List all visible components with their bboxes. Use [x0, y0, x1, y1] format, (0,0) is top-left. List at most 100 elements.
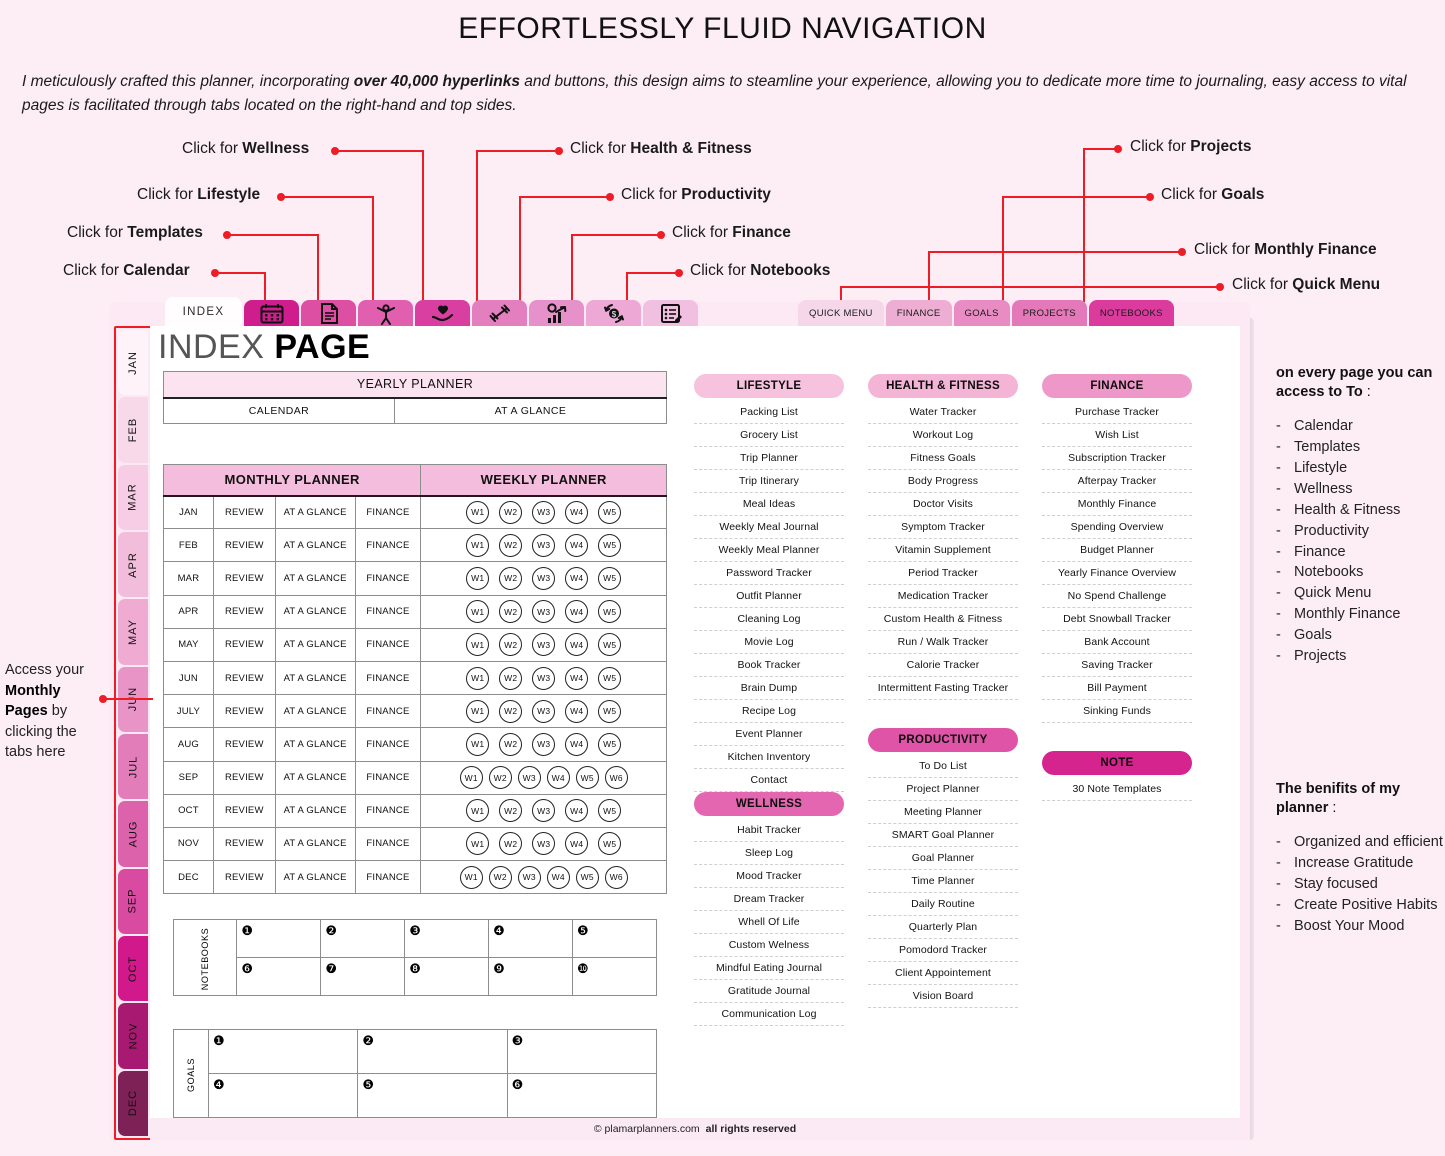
month-tab-nov[interactable]: NOV — [118, 1003, 148, 1069]
month-cell[interactable]: JAN — [163, 494, 214, 530]
week-button[interactable]: W5 — [598, 566, 622, 590]
week-button[interactable]: W2 — [499, 666, 523, 690]
at-a-glance-cell[interactable]: AT A GLANCE — [274, 627, 356, 662]
finance-cell[interactable]: FINANCE — [354, 528, 422, 563]
link-item[interactable]: No Spend Challenge — [1042, 585, 1192, 608]
week-button[interactable]: W1 — [466, 500, 490, 524]
link-item[interactable]: Spending Overview — [1042, 516, 1192, 539]
link-item[interactable]: Password Tracker — [694, 562, 844, 585]
link-item[interactable]: Budget Planner — [1042, 539, 1192, 562]
link-item[interactable]: Wish List — [1042, 424, 1192, 447]
grid-cell[interactable]: ❶ — [208, 1029, 359, 1074]
review-cell[interactable]: REVIEW — [212, 494, 276, 530]
week-button[interactable]: W4 — [565, 500, 589, 524]
month-tab-may[interactable]: MAY — [118, 599, 148, 665]
week-button[interactable]: W2 — [499, 500, 523, 524]
link-item[interactable]: Workout Log — [868, 424, 1018, 447]
review-cell[interactable]: REVIEW — [212, 727, 276, 762]
week-button[interactable]: W3 — [532, 666, 556, 690]
month-cell[interactable]: JULY — [163, 694, 214, 729]
link-item[interactable]: Period Tracker — [868, 562, 1018, 585]
month-cell[interactable]: SEP — [163, 760, 214, 795]
tab-lifestyle[interactable] — [358, 300, 413, 327]
link-item[interactable]: Meeting Planner — [868, 801, 1018, 824]
finance-cell[interactable]: FINANCE — [354, 694, 422, 729]
month-cell[interactable]: NOV — [163, 826, 214, 862]
grid-cell[interactable]: ❸ — [506, 1029, 658, 1074]
link-item[interactable]: Kitchen Inventory — [694, 746, 844, 769]
link-item[interactable]: Sleep Log — [694, 842, 844, 865]
link-item[interactable]: Outfit Planner — [694, 585, 844, 608]
link-item[interactable]: Mood Tracker — [694, 865, 844, 888]
at-a-glance-cell[interactable]: AT A GLANCE — [274, 660, 356, 696]
link-item[interactable]: Time Planner — [868, 870, 1018, 893]
tab-finance[interactable]: $ — [586, 300, 641, 327]
week-button[interactable]: W3 — [532, 533, 556, 557]
week-button[interactable]: W4 — [565, 533, 589, 557]
week-button[interactable]: W2 — [488, 766, 512, 790]
link-item[interactable]: Bank Account — [1042, 631, 1192, 654]
finance-cell[interactable]: FINANCE — [354, 826, 422, 862]
at-a-glance-cell[interactable]: AT A GLANCE — [274, 727, 356, 762]
week-button[interactable]: W2 — [499, 799, 523, 823]
week-button[interactable]: W5 — [575, 766, 599, 790]
week-button[interactable]: W3 — [517, 766, 541, 790]
week-button[interactable]: W4 — [565, 633, 589, 657]
week-button[interactable]: W6 — [604, 865, 628, 889]
week-button[interactable]: W4 — [565, 732, 589, 756]
link-item[interactable]: Pomodord Tracker — [868, 939, 1018, 962]
link-item[interactable]: Dream Tracker — [694, 888, 844, 911]
grid-cell[interactable]: ❻ — [506, 1073, 658, 1118]
review-cell[interactable]: REVIEW — [212, 826, 276, 862]
week-button[interactable]: W4 — [565, 600, 589, 624]
link-item[interactable]: Event Planner — [694, 723, 844, 746]
month-cell[interactable]: MAY — [163, 627, 214, 662]
week-button[interactable]: W5 — [598, 533, 622, 557]
link-item[interactable]: Trip Itinerary — [694, 470, 844, 493]
section-pill-note[interactable]: NOTE — [1042, 751, 1192, 775]
link-item[interactable]: Movie Log — [694, 631, 844, 654]
week-button[interactable]: W1 — [466, 799, 490, 823]
section-pill-health-fitness[interactable]: HEALTH & FITNESS — [868, 374, 1018, 398]
link-item[interactable]: Doctor Visits — [868, 493, 1018, 516]
week-button[interactable]: W5 — [598, 699, 622, 723]
week-button[interactable]: W4 — [565, 832, 589, 856]
link-item[interactable]: Brain Dump — [694, 677, 844, 700]
month-tab-dec[interactable]: DEC — [118, 1070, 148, 1136]
tab-notebooks-top[interactable]: NOTEBOOKS — [1088, 300, 1174, 326]
link-item[interactable]: Packing List — [694, 401, 844, 424]
grid-cell[interactable]: ❸ — [404, 919, 490, 958]
week-button[interactable]: W4 — [565, 799, 589, 823]
grid-cell[interactable]: ❻ — [236, 957, 322, 996]
month-cell[interactable]: AUG — [163, 727, 214, 762]
week-button[interactable]: W4 — [565, 666, 589, 690]
week-button[interactable]: W3 — [532, 799, 556, 823]
week-button[interactable]: W5 — [598, 666, 622, 690]
month-tab-jan[interactable]: JAN — [118, 330, 148, 396]
section-pill-wellness[interactable]: WELLNESS — [694, 792, 844, 816]
week-button[interactable]: W4 — [565, 566, 589, 590]
section-pill-productivity[interactable]: PRODUCTIVITY — [868, 728, 1018, 752]
week-button[interactable]: W2 — [499, 566, 523, 590]
finance-cell[interactable]: FINANCE — [354, 760, 422, 795]
week-button[interactable]: W3 — [532, 600, 556, 624]
link-item[interactable]: Goal Planner — [868, 847, 1018, 870]
week-button[interactable]: W2 — [499, 633, 523, 657]
at-a-glance-cell[interactable]: AT A GLANCE — [274, 694, 356, 729]
link-item[interactable]: Custom Health & Fitness — [868, 608, 1018, 631]
grid-cell[interactable]: ❺ — [572, 919, 657, 958]
link-item[interactable]: Contact — [694, 769, 844, 792]
week-button[interactable]: W5 — [598, 799, 622, 823]
week-button[interactable]: W1 — [466, 533, 490, 557]
week-button[interactable]: W3 — [517, 865, 541, 889]
week-button[interactable]: W3 — [532, 732, 556, 756]
link-item[interactable]: Trip Planner — [694, 447, 844, 470]
tab-goals[interactable]: GOALS — [953, 300, 1010, 326]
week-button[interactable]: W1 — [459, 865, 483, 889]
link-item[interactable]: Debt Snowball Tracker — [1042, 608, 1192, 631]
review-cell[interactable]: REVIEW — [212, 594, 276, 629]
link-item[interactable]: Subscription Tracker — [1042, 447, 1192, 470]
week-button[interactable]: W3 — [532, 832, 556, 856]
grid-cell[interactable]: ❾ — [488, 957, 574, 996]
finance-cell[interactable]: FINANCE — [354, 860, 422, 895]
